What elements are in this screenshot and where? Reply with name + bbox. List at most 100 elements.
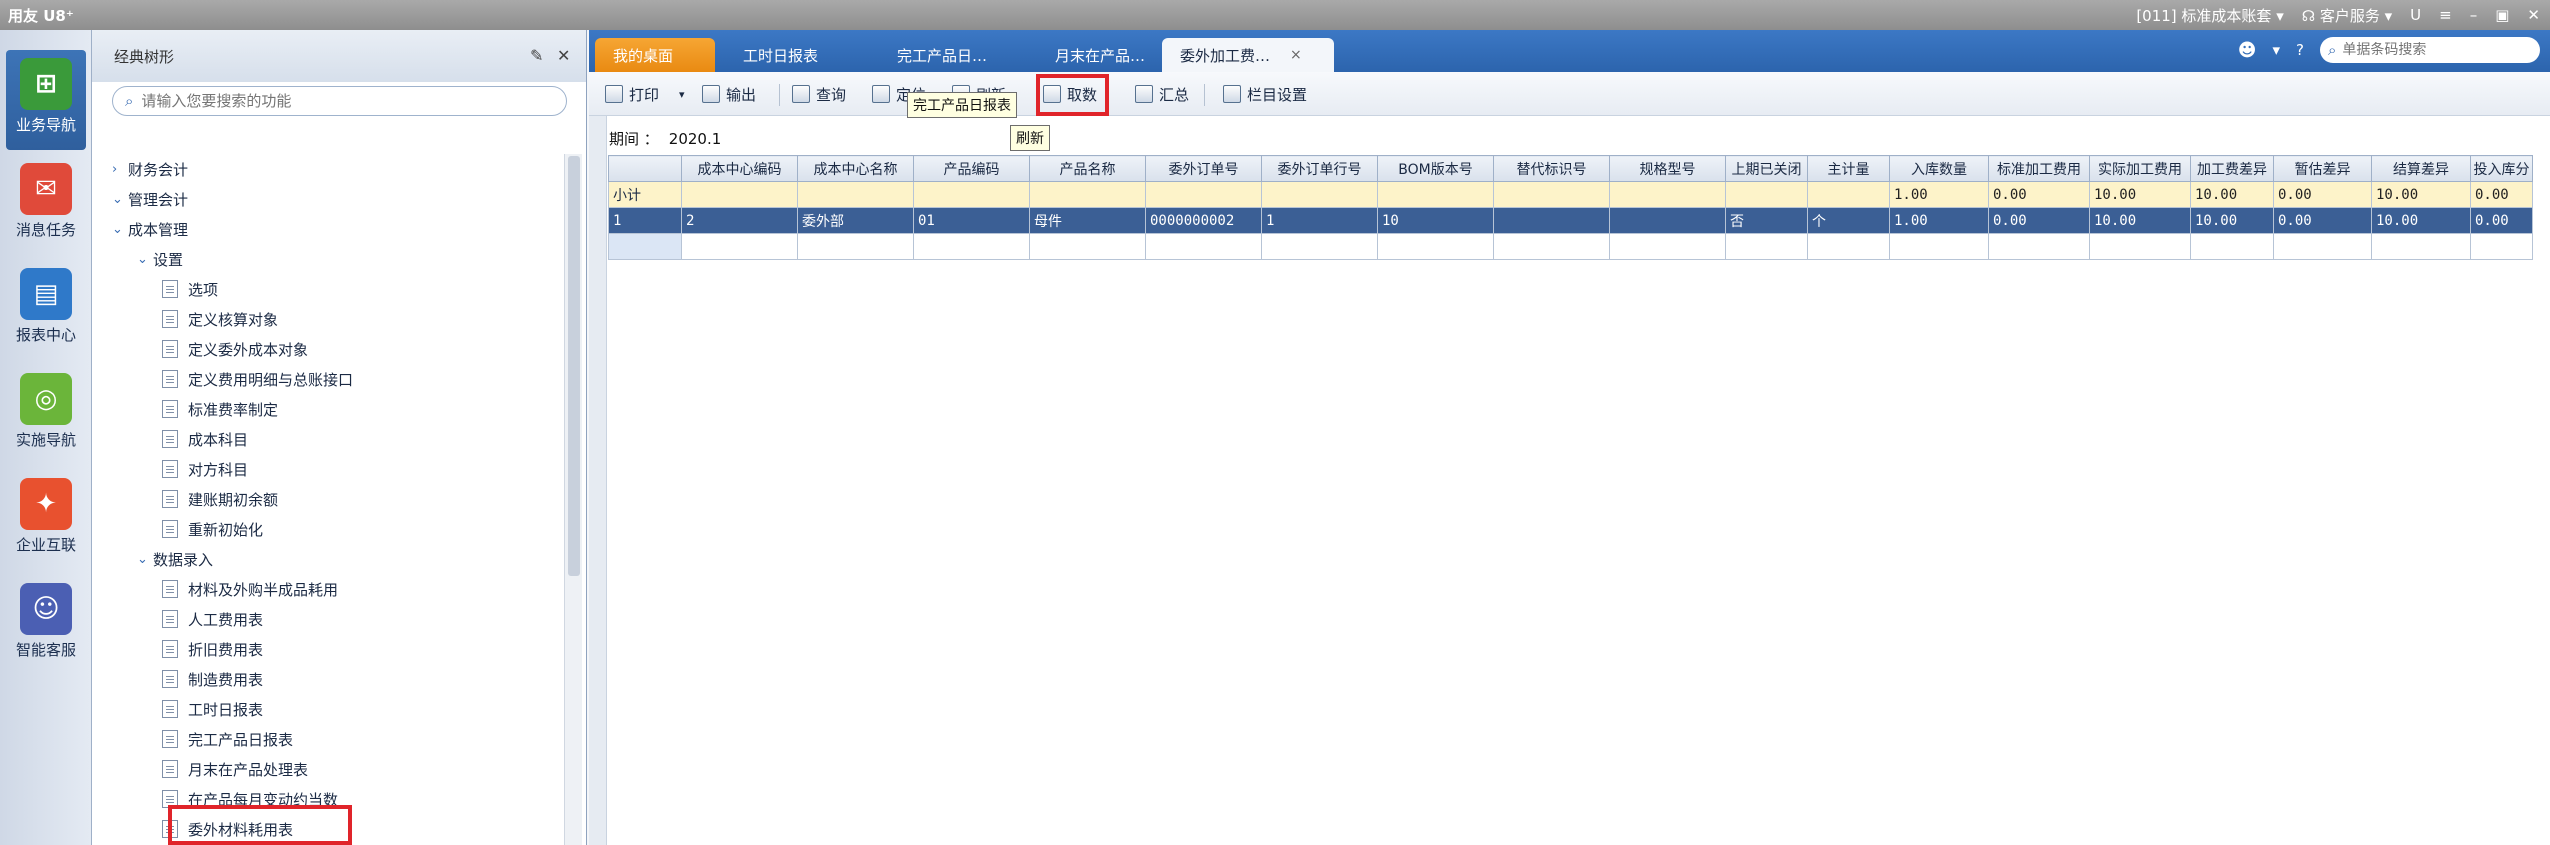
- table-cell[interactable]: 1.00: [1889, 207, 1989, 234]
- grid-column-header[interactable]: 加工费差异: [2190, 155, 2274, 182]
- table-cell[interactable]: 01: [913, 207, 1030, 234]
- table-cell[interactable]: [1377, 233, 1494, 260]
- grid-column-header[interactable]: 暂估差异: [2273, 155, 2372, 182]
- minimize-icon[interactable]: –: [2470, 6, 2478, 24]
- grid-column-header[interactable]: BOM版本号: [1377, 155, 1494, 182]
- table-cell[interactable]: [1261, 181, 1378, 208]
- table-cell[interactable]: [2371, 233, 2471, 260]
- table-cell[interactable]: 10: [1377, 207, 1494, 234]
- table-cell[interactable]: [1493, 181, 1610, 208]
- table-cell[interactable]: [1493, 207, 1610, 234]
- export-button[interactable]: 输出: [702, 80, 756, 108]
- grid-column-header[interactable]: 规格型号: [1609, 155, 1726, 182]
- grid-column-header[interactable]: 上期已关闭: [1725, 155, 1808, 182]
- tree-search-box[interactable]: ⌕: [112, 86, 567, 116]
- grid-column-header[interactable]: 投入库分: [2470, 155, 2533, 182]
- table-cell[interactable]: [913, 181, 1030, 208]
- customer-service-button[interactable]: ☊ 客户服务 ▾: [2302, 5, 2392, 26]
- nav-report[interactable]: ▤ 报表中心: [6, 260, 86, 360]
- table-cell[interactable]: 1: [608, 207, 682, 234]
- table-cell[interactable]: [1609, 233, 1726, 260]
- tree-node[interactable]: 对方科目: [162, 454, 248, 484]
- table-cell[interactable]: [608, 233, 682, 260]
- table-cell[interactable]: 委外部: [797, 207, 914, 234]
- table-cell[interactable]: 10.00: [2371, 207, 2471, 234]
- table-cell[interactable]: 1.00: [1889, 181, 1989, 208]
- tree-node[interactable]: 定义费用明细与总账接口: [162, 364, 353, 394]
- table-cell[interactable]: 10.00: [2089, 181, 2191, 208]
- tree-node[interactable]: 人工费用表: [162, 604, 263, 634]
- tree-node[interactable]: 材料及外购半成品耗用: [162, 574, 338, 604]
- grid-column-header[interactable]: [608, 155, 682, 182]
- grid-column-header[interactable]: 入库数量: [1889, 155, 1989, 182]
- smiley-icon[interactable]: ☻: [2238, 40, 2257, 61]
- tab-home[interactable]: 我的桌面: [595, 38, 715, 72]
- nav-business[interactable]: ⊞ 业务导航: [6, 50, 86, 150]
- maximize-icon[interactable]: ▣: [2495, 6, 2509, 24]
- column-settings-button[interactable]: 栏目设置: [1223, 80, 1307, 108]
- menu-icon[interactable]: ≡: [2439, 6, 2452, 24]
- table-cell[interactable]: 10.00: [2190, 181, 2274, 208]
- chevron-down-icon[interactable]: ⌄: [137, 252, 153, 267]
- close-panel-icon[interactable]: ✕: [557, 46, 570, 65]
- table-cell[interactable]: [1609, 207, 1726, 234]
- tree-node[interactable]: ⌄ 成本管理: [112, 214, 188, 244]
- tree-node[interactable]: ⌄ 设置: [137, 244, 183, 274]
- chevron-down-icon[interactable]: ▾: [2273, 41, 2281, 59]
- tree-node[interactable]: 重新初始化: [162, 514, 263, 544]
- grid-column-header[interactable]: 替代标识号: [1493, 155, 1610, 182]
- tab-outsource-fee[interactable]: 委外加工费… ×: [1162, 38, 1334, 72]
- table-cell[interactable]: 0.00: [1988, 207, 2090, 234]
- tree-node[interactable]: ⌄ 管理会计: [112, 184, 188, 214]
- table-cell[interactable]: 个: [1807, 207, 1890, 234]
- barcode-search-input[interactable]: [2342, 42, 2523, 58]
- tree-node[interactable]: 完工产品日报表: [162, 724, 293, 754]
- table-cell[interactable]: [1493, 233, 1610, 260]
- print-button[interactable]: 打印 ▾: [605, 80, 685, 108]
- table-cell[interactable]: [1889, 233, 1989, 260]
- grid-column-header[interactable]: 成本中心名称: [797, 155, 914, 182]
- table-cell[interactable]: 小计: [608, 181, 682, 208]
- grid-column-header[interactable]: 委外订单号: [1145, 155, 1262, 182]
- table-cell[interactable]: [797, 233, 914, 260]
- table-row[interactable]: [608, 233, 2533, 260]
- tree-scrollbar[interactable]: [564, 154, 582, 845]
- table-row[interactable]: 1 2 委外部 01 母件 0000000002 1 10 否个 1.00 0.00 10.00 10.…: [608, 207, 2533, 234]
- query-button[interactable]: 查询: [792, 80, 846, 108]
- table-cell[interactable]: [2273, 233, 2372, 260]
- chevron-down-icon[interactable]: ⌄: [112, 192, 128, 207]
- table-cell[interactable]: 0.00: [2470, 181, 2533, 208]
- chevron-down-icon[interactable]: ▾: [679, 88, 685, 101]
- account-selector[interactable]: [011] 标准成本账套 ▾: [2136, 5, 2283, 26]
- table-cell[interactable]: [2470, 233, 2533, 260]
- help-icon[interactable]: ?: [2296, 41, 2304, 59]
- table-cell[interactable]: [1261, 233, 1378, 260]
- table-cell[interactable]: 2: [681, 207, 798, 234]
- grid-column-header[interactable]: 产品编码: [913, 155, 1030, 182]
- nav-enterprise[interactable]: ✦ 企业互联: [6, 470, 86, 570]
- table-cell[interactable]: [1988, 233, 2090, 260]
- tree-node[interactable]: 选项: [162, 274, 218, 304]
- table-cell[interactable]: [2190, 233, 2274, 260]
- barcode-search-box[interactable]: ⌕: [2320, 37, 2540, 63]
- tree-node[interactable]: ⌄ 数据录入: [137, 544, 213, 574]
- tab-close-icon[interactable]: ×: [1290, 47, 1302, 63]
- nav-message[interactable]: ✉ 消息任务: [6, 155, 86, 255]
- close-icon[interactable]: ✕: [2527, 6, 2540, 24]
- table-cell[interactable]: [1609, 181, 1726, 208]
- chevron-right-icon[interactable]: ›: [112, 162, 128, 177]
- chevron-down-icon[interactable]: ⌄: [112, 222, 128, 237]
- table-cell[interactable]: 否: [1725, 207, 1808, 234]
- grid-column-header[interactable]: 结算差异: [2371, 155, 2471, 182]
- tree-node[interactable]: 定义委外成本对象: [162, 334, 308, 364]
- table-cell[interactable]: [797, 181, 914, 208]
- table-cell[interactable]: [1029, 181, 1146, 208]
- table-cell[interactable]: [1807, 181, 1890, 208]
- table-cell[interactable]: 母件: [1029, 207, 1146, 234]
- tree-node[interactable]: 制造费用表: [162, 664, 263, 694]
- table-cell[interactable]: 10.00: [2089, 207, 2191, 234]
- table-cell[interactable]: [681, 233, 798, 260]
- table-cell[interactable]: 0000000002: [1145, 207, 1262, 234]
- table-cell[interactable]: 0.00: [2273, 207, 2372, 234]
- table-cell[interactable]: 0.00: [2273, 181, 2372, 208]
